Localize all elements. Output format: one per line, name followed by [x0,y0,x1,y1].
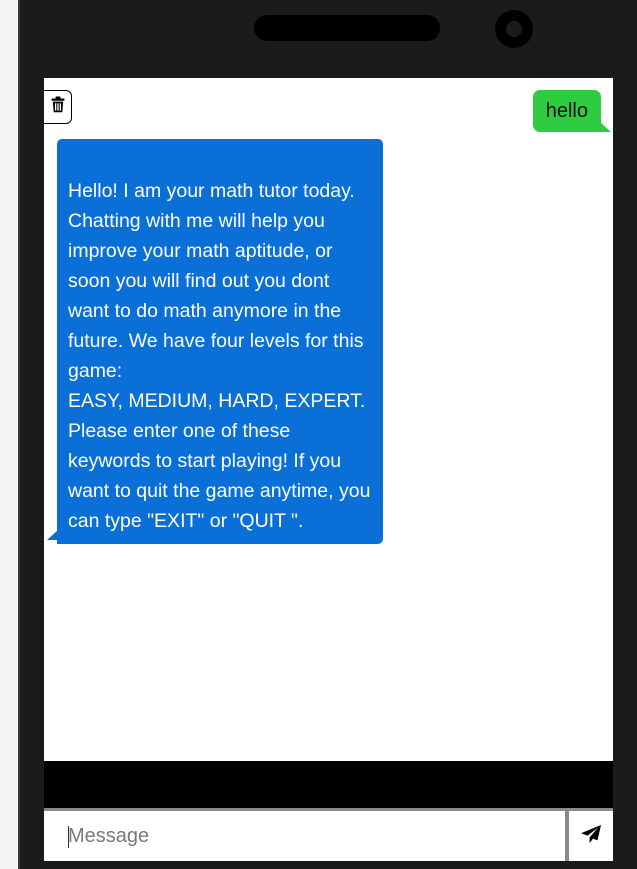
user-message-bubble: hello [532,90,601,132]
send-button[interactable] [569,811,613,861]
bot-bubble-tail [47,530,58,540]
phone-camera [495,10,533,48]
clear-chat-button[interactable] [44,90,72,124]
text-caret [68,826,69,848]
composer-bar [44,761,613,809]
user-message-text: hello [545,100,588,122]
phone-bottom-bezel [44,861,613,869]
page-margin [0,0,18,869]
bot-message-bubble: Hello! I am your math tutor today. Chatt… [57,139,383,544]
message-input[interactable] [44,811,565,861]
bot-message-text: Hello! I am your math tutor today. Chatt… [68,180,371,532]
app-page: hello Hello! I am your math tutor today.… [0,0,637,869]
trash-icon [51,96,65,118]
send-icon [580,824,602,849]
phone-edge [18,0,20,869]
camera-lens [506,21,522,37]
user-bubble-tail [600,122,611,132]
chat-screen[interactable]: hello Hello! I am your math tutor today.… [44,78,613,761]
composer-row [44,808,613,861]
phone-speaker [254,15,440,41]
